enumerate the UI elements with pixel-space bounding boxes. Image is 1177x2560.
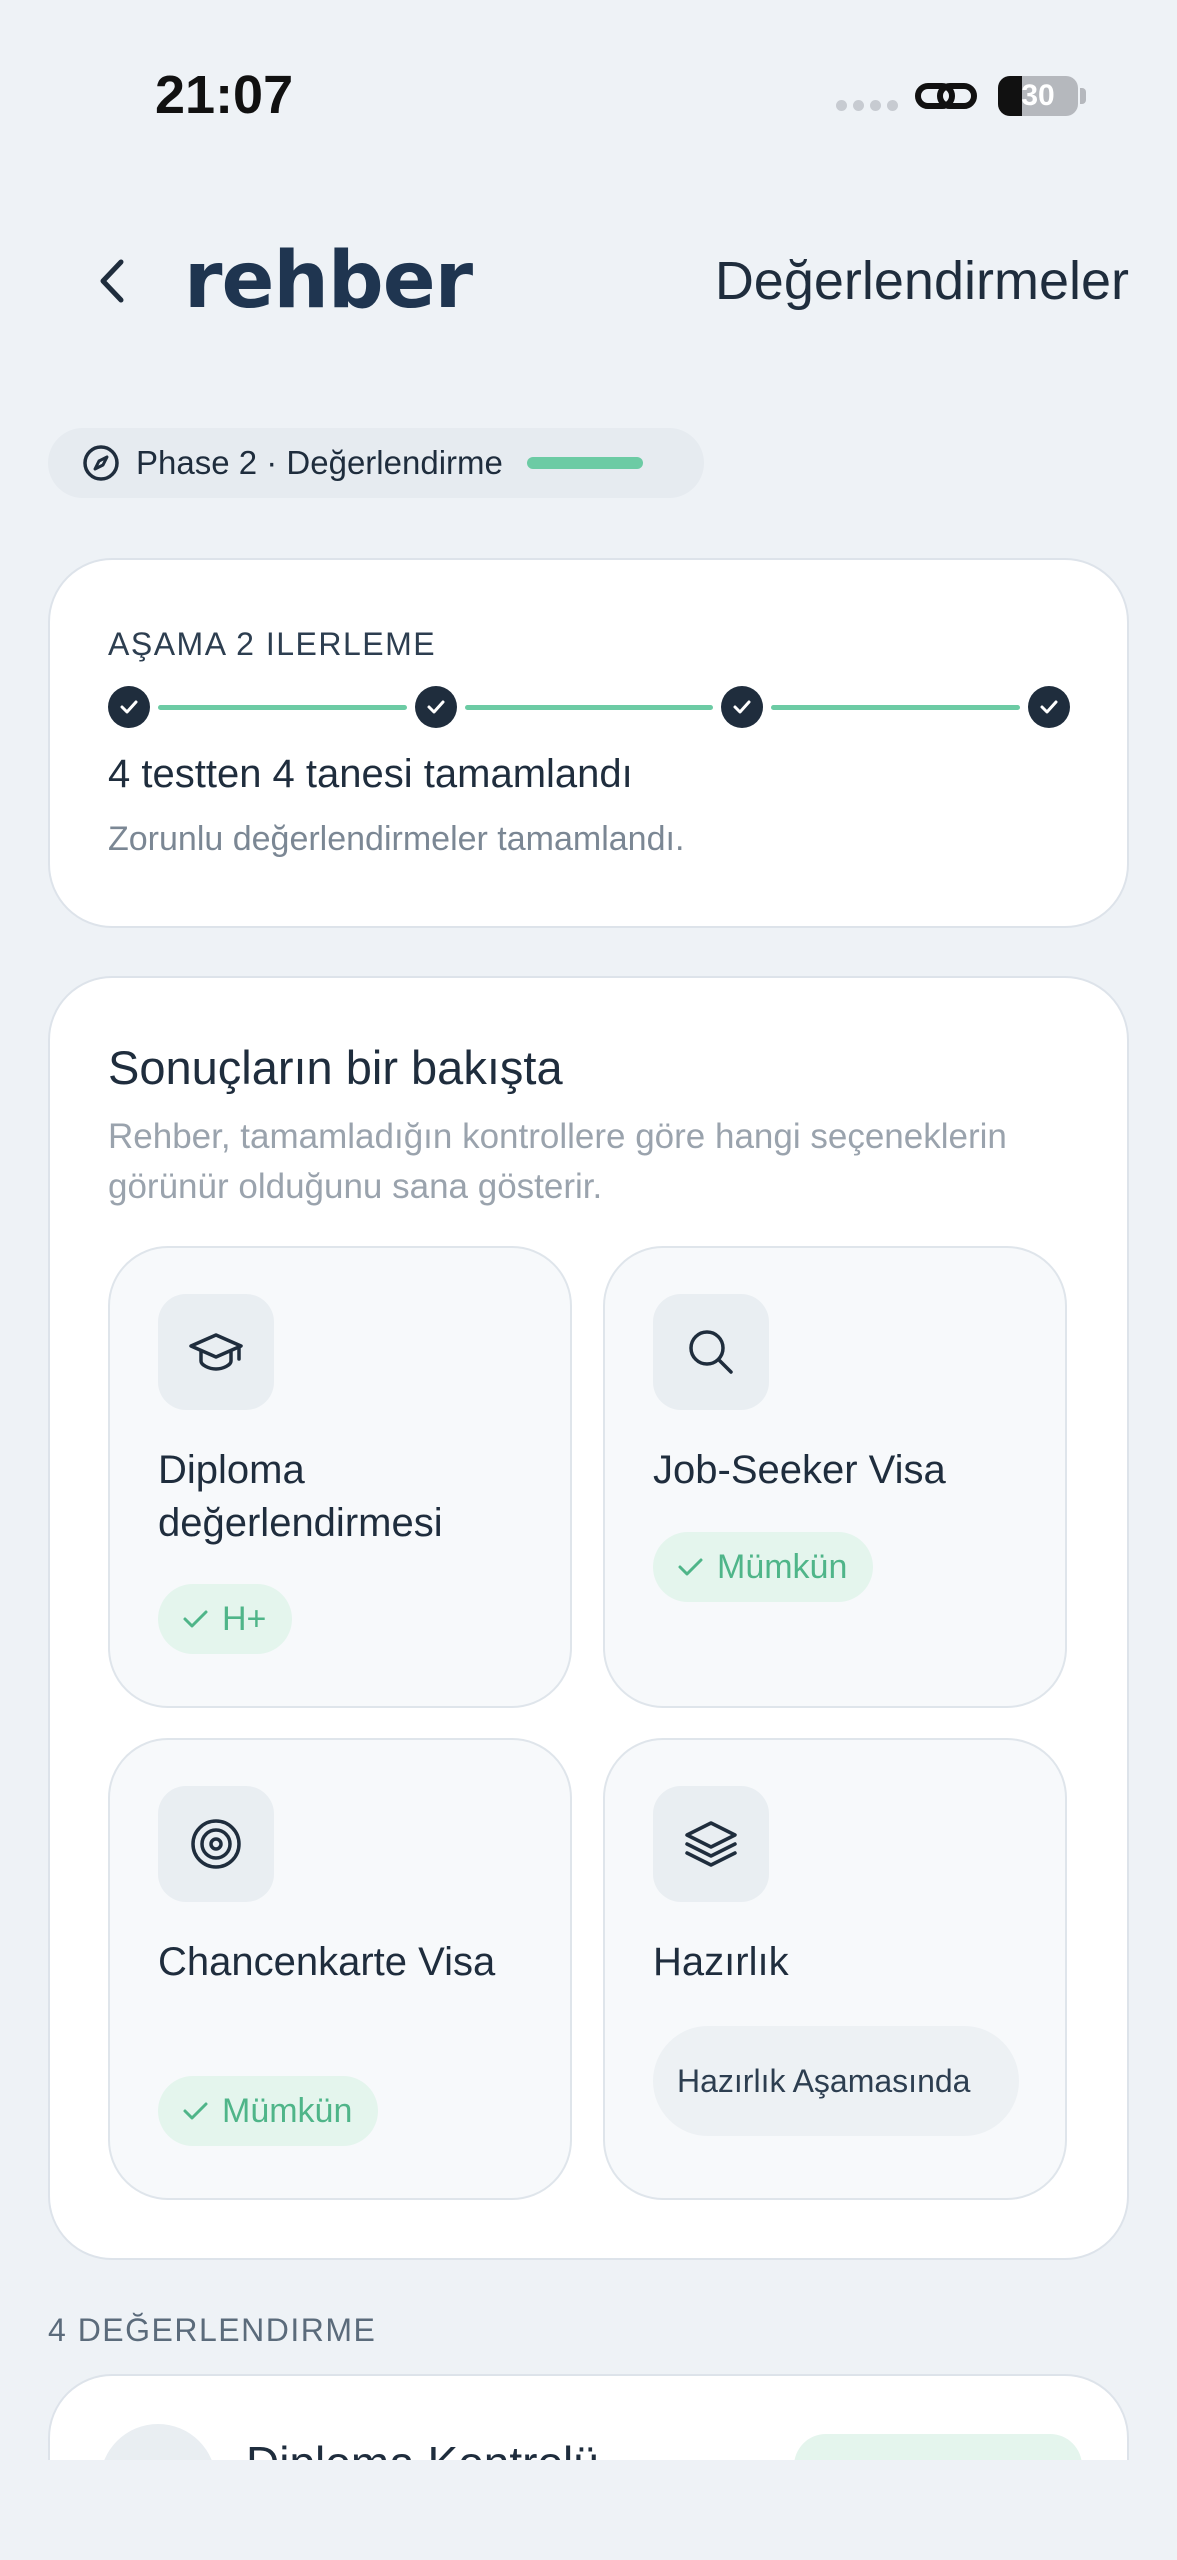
results-description: Rehber, tamamladığın kontrollere göre ha… bbox=[108, 1117, 1007, 1206]
battery-level: 30 bbox=[1021, 79, 1055, 112]
progress-stepper bbox=[108, 686, 1070, 728]
page-title: Değerlendirmeler bbox=[714, 251, 1129, 311]
signal-icon bbox=[836, 100, 898, 111]
back-button[interactable] bbox=[84, 246, 140, 316]
check-icon bbox=[183, 2102, 208, 2120]
target-icon bbox=[158, 1786, 274, 1902]
assessments-section-label: 4 DEĞERLENDIRME bbox=[48, 2312, 377, 2348]
phase-progress-card: AŞAMA 2 ILERLEME 4 testten 4 tanesi tama… bbox=[48, 558, 1129, 928]
step-complete-icon bbox=[108, 686, 150, 728]
step-complete-icon bbox=[414, 686, 457, 728]
link-icon bbox=[915, 83, 977, 109]
tile-title: Diploma değerlendirmesi bbox=[158, 1448, 443, 1545]
stepper-connector bbox=[771, 705, 1020, 710]
step-complete-icon bbox=[721, 686, 764, 728]
status-badge: Hazırlık Aşamasında bbox=[653, 2026, 1019, 2136]
result-tile-diploma[interactable]: Diploma değerlendirmesi H+ bbox=[108, 1246, 572, 1708]
graduation-cap-icon bbox=[158, 1294, 274, 1410]
result-tile-hazirlik[interactable]: Hazırlık Hazırlık Aşamasında bbox=[603, 1738, 1067, 2200]
app-logo: rehber bbox=[184, 236, 473, 326]
phase-progress-bar bbox=[526, 457, 643, 469]
phase-label: Phase 2 · Değerlendirme bbox=[136, 444, 503, 481]
results-title: Sonuçların bir bakışta bbox=[108, 1041, 563, 1094]
step-complete-icon bbox=[1028, 686, 1070, 728]
layers-icon bbox=[653, 1786, 769, 1902]
progress-label: AŞAMA 2 ILERLEME bbox=[108, 626, 437, 662]
search-icon bbox=[653, 1294, 769, 1410]
chevron-left-icon bbox=[100, 259, 124, 303]
check-icon bbox=[183, 1610, 208, 1628]
status-badge: Mümkün bbox=[653, 1532, 874, 1602]
stepper-connector bbox=[464, 705, 714, 710]
progress-subtext: Zorunlu değerlendirmeler tamamlandı. bbox=[108, 820, 685, 858]
phase-chip: Phase 2 · Değerlendirme bbox=[48, 428, 704, 498]
tile-title: Job-Seeker Visa bbox=[653, 1448, 946, 1492]
battery-icon: 30 bbox=[998, 76, 1078, 116]
status-badge: H+ bbox=[158, 1584, 293, 1654]
stepper-connector bbox=[158, 705, 407, 710]
status-badge: Mümkün bbox=[158, 2076, 379, 2146]
status-time: 21:07 bbox=[155, 65, 294, 125]
tile-title: Chancenkarte Visa bbox=[158, 1940, 496, 1984]
compass-icon bbox=[83, 445, 119, 481]
status-bar: 21:07 30 bbox=[0, 0, 1177, 150]
progress-summary: 4 testten 4 tanesi tamamlandı bbox=[108, 752, 633, 796]
results-card: Sonuçların bir bakışta Rehber, tamamladı… bbox=[48, 976, 1129, 2260]
result-tile-chancenkarte-visa[interactable]: Chancenkarte Visa Mümkün bbox=[108, 1738, 572, 2200]
result-tile-job-seeker-visa[interactable]: Job-Seeker Visa Mümkün bbox=[603, 1246, 1067, 1708]
tile-title: Hazırlık bbox=[653, 1940, 789, 1984]
check-icon bbox=[678, 1558, 703, 1576]
